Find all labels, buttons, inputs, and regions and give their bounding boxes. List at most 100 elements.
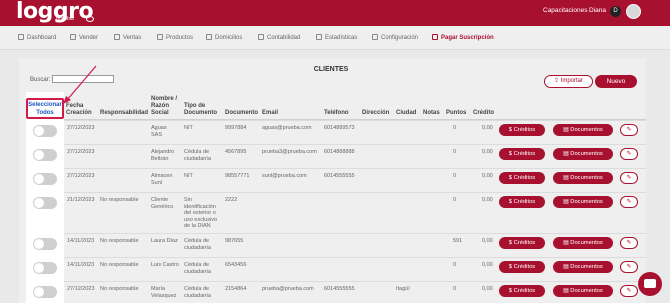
nav-item-pagar-suscripcion[interactable]: Pagar Suscripción — [432, 34, 494, 41]
documents-label: Documentos — [570, 199, 603, 205]
header-puntos[interactable]: Puntos — [446, 110, 466, 117]
select-row-toggle[interactable] — [33, 286, 57, 298]
credits-button[interactable]: $ Créditos — [499, 237, 545, 249]
cell-tipo: Cédula de ciudadanía — [184, 286, 211, 299]
header-responsabilidad[interactable]: Responsabilidad — [100, 110, 148, 117]
header-ciudad[interactable]: Ciudad — [396, 110, 416, 117]
cell-credito: 0,00 — [482, 149, 493, 155]
eye-icon[interactable] — [86, 16, 94, 22]
cell-telefono: 6014888888 — [324, 149, 355, 155]
edit-button[interactable]: ✎ — [620, 172, 638, 184]
cell-tipo: Cédula de ciudadanía — [184, 262, 211, 275]
edit-button[interactable]: ✎ — [620, 237, 638, 249]
top-bar: loggro restobar Capacitaciones Diana D — [0, 0, 670, 26]
documents-button[interactable]: ▤ Documentos — [553, 148, 613, 160]
credits-button[interactable]: $ Créditos — [499, 172, 545, 184]
cell-fecha: 27/12/2023 — [67, 286, 95, 292]
documents-button[interactable]: ▤ Documentos — [553, 124, 613, 136]
nav-item-productos[interactable]: Productos — [157, 34, 193, 41]
select-row-toggle[interactable] — [33, 173, 57, 185]
nav-item-ventas[interactable]: Ventas — [114, 34, 141, 41]
nav-item-contabilidad[interactable]: Contabilidad — [258, 34, 300, 41]
chat-icon[interactable] — [638, 272, 662, 296]
row-divider — [64, 233, 646, 234]
nav-label: Vender — [79, 35, 99, 41]
card-icon — [432, 34, 438, 40]
edit-button[interactable]: ✎ — [620, 285, 638, 297]
header-fecha[interactable]: Fecha Creación — [66, 103, 96, 117]
cell-telefono: 6014889573 — [324, 125, 355, 131]
select-all-button[interactable]: Seleccionar Todos — [26, 98, 64, 119]
nav-item-estadisticas[interactable]: Estadísticas — [316, 34, 357, 41]
pencil-icon: ✎ — [626, 151, 632, 157]
cell-nombre: María Velasquez — [151, 286, 177, 299]
edit-button[interactable]: ✎ — [620, 261, 638, 273]
nav-item-domicilios[interactable]: Domicilios — [206, 34, 242, 41]
cell-responsabilidad: No responsable — [100, 262, 139, 268]
cell-nombre: Aguas SAS — [151, 125, 167, 138]
nav-item-dashboard[interactable]: Dashboard — [18, 34, 56, 41]
select-row-toggle[interactable] — [33, 197, 57, 209]
avatar[interactable] — [626, 4, 641, 19]
cell-responsabilidad: No responsable — [100, 286, 139, 292]
select-row-toggle[interactable] — [33, 262, 57, 274]
documents-button[interactable]: ▤ Documentos — [553, 237, 613, 249]
cell-fecha: 14/11/2023 — [67, 262, 95, 268]
documents-label: Documentos — [570, 240, 603, 246]
edit-button[interactable]: ✎ — [620, 196, 638, 208]
logo-subtitle: restobar — [56, 16, 75, 22]
header-tipo[interactable]: Tipo de Documento — [184, 103, 220, 117]
cell-tipo: NIT — [184, 173, 193, 179]
organization-menu[interactable]: Capacitaciones — [543, 7, 587, 14]
credits-button[interactable]: $ Créditos — [499, 148, 545, 160]
cell-fecha: 27/12/2023 — [67, 125, 95, 131]
edit-button[interactable]: ✎ — [620, 124, 638, 136]
select-row-toggle[interactable] — [33, 149, 57, 161]
cell-nombre: Almacen Sunl — [151, 173, 173, 186]
cell-email: aguas@prueba.com — [262, 125, 312, 131]
cell-credito: 0,00 — [482, 197, 493, 203]
nav-item-configuracion[interactable]: Configuración — [372, 34, 418, 41]
documents-button[interactable]: ▤ Documentos — [553, 196, 613, 208]
documents-button[interactable]: ▤ Documentos — [553, 172, 613, 184]
cell-fecha: 14/11/2023 — [67, 238, 95, 244]
nav-item-vender[interactable]: Vender — [70, 34, 98, 41]
header-documento[interactable]: Documento — [225, 110, 258, 117]
credits-button[interactable]: $ Créditos — [499, 285, 545, 297]
toggle-knob — [34, 126, 44, 136]
select-row-toggle[interactable] — [33, 125, 57, 137]
header-telefono[interactable]: Teléfono — [324, 110, 349, 117]
documents-label: Documentos — [570, 264, 603, 270]
cell-credito: 0,00 — [482, 125, 493, 131]
app-logo[interactable]: loggro — [16, 0, 94, 24]
credits-button[interactable]: $ Créditos — [499, 261, 545, 273]
cell-nombre: Luis Castro — [151, 262, 179, 268]
cell-fecha: 27/12/2023 — [67, 173, 95, 179]
documents-button[interactable]: ▤ Documentos — [553, 285, 613, 297]
credits-button[interactable]: $ Créditos — [499, 196, 545, 208]
edit-button[interactable]: ✎ — [620, 148, 638, 160]
new-client-button[interactable]: Nuevo — [595, 75, 637, 88]
header-nombre[interactable]: Nombre / Razón Social — [151, 96, 183, 117]
header-notas[interactable]: Notas — [423, 110, 440, 117]
user-name[interactable]: Diana — [589, 7, 606, 14]
ledger-icon — [258, 34, 264, 40]
cell-credito: 0,00 — [482, 262, 493, 268]
cell-documento: 2154864 — [225, 286, 247, 292]
cell-documento: 2222 — [225, 197, 238, 203]
import-button[interactable]: ⇪ Importar — [544, 75, 593, 88]
user-badge[interactable]: D — [610, 6, 621, 17]
search-input[interactable] — [52, 75, 114, 83]
row-divider — [64, 281, 646, 282]
header-email[interactable]: Email — [262, 110, 278, 117]
credits-button[interactable]: $ Créditos — [499, 124, 545, 136]
toggle-knob — [34, 263, 44, 273]
nav-label: Domicilios — [215, 35, 243, 41]
cell-email: prueba3@prueba.com — [262, 149, 317, 155]
header-credito[interactable]: Crédito — [473, 110, 494, 117]
select-row-toggle[interactable] — [33, 238, 57, 250]
cell-tipo: Sin identificación del exterior o uso ex… — [184, 197, 218, 229]
header-direccion[interactable]: Dirección — [362, 110, 389, 117]
dashboard-icon — [18, 34, 24, 40]
documents-button[interactable]: ▤ Documentos — [553, 261, 613, 273]
